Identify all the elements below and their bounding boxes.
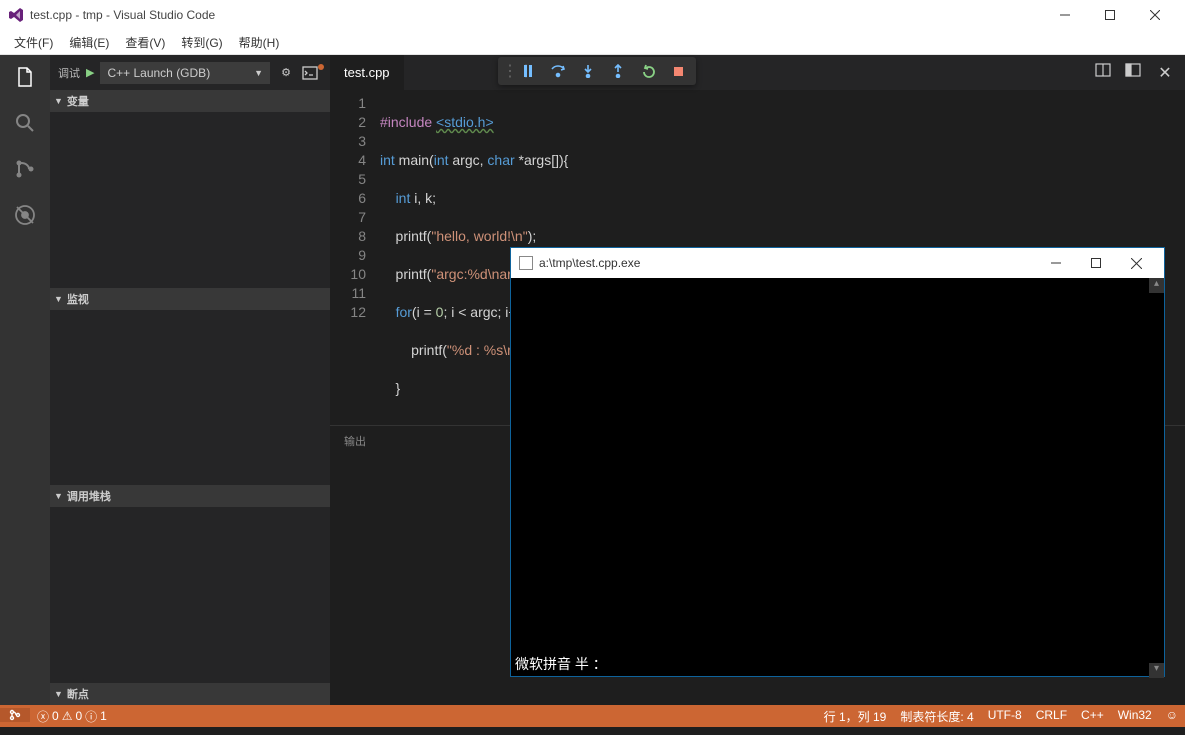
- section-variables[interactable]: ▼变量: [50, 90, 330, 112]
- debug-toolbar[interactable]: ⋮⋮: [498, 57, 696, 85]
- maximize-button[interactable]: [1087, 0, 1132, 30]
- close-tab-icon[interactable]: ✕: [1155, 63, 1175, 83]
- source-control-icon[interactable]: [13, 157, 37, 181]
- chevron-down-icon: ▼: [54, 96, 63, 106]
- start-debug-icon[interactable]: ▶: [86, 66, 94, 79]
- activity-bar: [0, 55, 50, 705]
- console-minimize-button[interactable]: [1036, 248, 1076, 278]
- close-button[interactable]: [1132, 0, 1177, 30]
- debug-console-icon[interactable]: [302, 66, 322, 80]
- sidebar-debug: 调试 ▶ C++ Launch (GDB) ▼ ⚙ ▼变量 ▼监视 ▼调用堆栈 …: [50, 55, 330, 705]
- status-position[interactable]: 行 1，列 19: [817, 708, 894, 725]
- menu-bar: 文件(F) 编辑(E) 查看(V) 转到(G) 帮助(H): [0, 30, 1185, 55]
- scroll-thumb[interactable]: [1149, 293, 1164, 663]
- menu-help[interactable]: 帮助(H): [231, 31, 288, 54]
- step-out-button[interactable]: [604, 59, 632, 83]
- menu-goto[interactable]: 转到(G): [173, 31, 230, 54]
- chevron-down-icon: ▼: [54, 294, 63, 304]
- console-scrollbar[interactable]: ▴ ▾: [1149, 278, 1164, 676]
- restart-button[interactable]: [634, 59, 662, 83]
- step-into-button[interactable]: [574, 59, 602, 83]
- console-window: a:\tmp\test.cpp.exe 微软拼音 半 ： ▴ ▾: [510, 247, 1165, 677]
- vscode-logo-icon: [8, 7, 24, 23]
- debug-icon[interactable]: [13, 203, 37, 227]
- debug-settings-icon[interactable]: ⚙: [276, 66, 296, 79]
- scroll-up-icon[interactable]: ▴: [1149, 278, 1164, 293]
- minimize-button[interactable]: [1042, 0, 1087, 30]
- split-editor-icon[interactable]: [1095, 63, 1115, 83]
- step-over-button[interactable]: [544, 59, 572, 83]
- status-encoding[interactable]: UTF-8: [981, 708, 1029, 722]
- status-language[interactable]: C++: [1074, 708, 1111, 722]
- editor-actions: ✕: [1095, 63, 1185, 83]
- warning-icon: ⚠: [62, 709, 73, 723]
- drag-handle-icon[interactable]: ⋮⋮: [502, 61, 512, 81]
- debug-title: 调试: [58, 65, 80, 81]
- menu-view[interactable]: 查看(V): [117, 31, 173, 54]
- status-errors[interactable]: ⓧ0 ⚠0 ⓘ1: [30, 708, 114, 725]
- console-close-button[interactable]: [1116, 248, 1156, 278]
- section-watch[interactable]: ▼监视: [50, 288, 330, 310]
- chevron-down-icon: ▼: [54, 491, 63, 501]
- line-gutter: 123456789101112: [330, 90, 380, 425]
- variables-body: [50, 112, 330, 288]
- pause-button[interactable]: [514, 59, 542, 83]
- debug-header: 调试 ▶ C++ Launch (GDB) ▼ ⚙: [50, 55, 330, 90]
- notification-dot: [318, 64, 324, 70]
- status-bar: ⓧ0 ⚠0 ⓘ1 行 1，列 19 制表符长度: 4 UTF-8 CRLF C+…: [0, 705, 1185, 727]
- explorer-icon[interactable]: [13, 65, 37, 89]
- section-breakpoints[interactable]: ▼断点: [50, 683, 330, 705]
- scroll-down-icon[interactable]: ▾: [1149, 663, 1164, 678]
- status-eol[interactable]: CRLF: [1029, 708, 1074, 722]
- status-git[interactable]: [0, 708, 30, 722]
- tab-test-cpp[interactable]: test.cpp: [330, 55, 405, 90]
- editor-tabs: test.cpp ✕: [330, 55, 1185, 90]
- watch-body: [50, 310, 330, 486]
- status-feedback-icon[interactable]: ☺: [1159, 708, 1185, 722]
- console-maximize-button[interactable]: [1076, 248, 1116, 278]
- ime-status: 微软拼音 半 ：: [515, 654, 607, 674]
- debug-config-dropdown[interactable]: C++ Launch (GDB) ▼: [100, 62, 270, 84]
- console-titlebar[interactable]: a:\tmp\test.cpp.exe: [511, 248, 1164, 278]
- callstack-body: [50, 507, 330, 683]
- debug-config-label: C++ Launch (GDB): [107, 66, 210, 80]
- info-icon: ⓘ: [85, 708, 97, 725]
- error-icon: ⓧ: [37, 708, 49, 725]
- window-title: test.cpp - tmp - Visual Studio Code: [30, 8, 1042, 22]
- console-title: a:\tmp\test.cpp.exe: [539, 256, 1036, 270]
- menu-edit[interactable]: 编辑(E): [61, 31, 117, 54]
- stop-button[interactable]: [664, 59, 692, 83]
- menu-file[interactable]: 文件(F): [6, 31, 61, 54]
- console-exe-icon: [519, 256, 533, 270]
- toggle-sidebar-icon[interactable]: [1125, 63, 1145, 83]
- section-callstack[interactable]: ▼调用堆栈: [50, 485, 330, 507]
- search-icon[interactable]: [13, 111, 37, 135]
- status-target[interactable]: Win32: [1111, 708, 1159, 722]
- status-tabsize[interactable]: 制表符长度: 4: [893, 708, 980, 725]
- console-body[interactable]: 微软拼音 半 ： ▴ ▾: [511, 278, 1164, 676]
- chevron-down-icon: ▼: [54, 689, 63, 699]
- window-titlebar: test.cpp - tmp - Visual Studio Code: [0, 0, 1185, 30]
- chevron-down-icon: ▼: [254, 68, 263, 78]
